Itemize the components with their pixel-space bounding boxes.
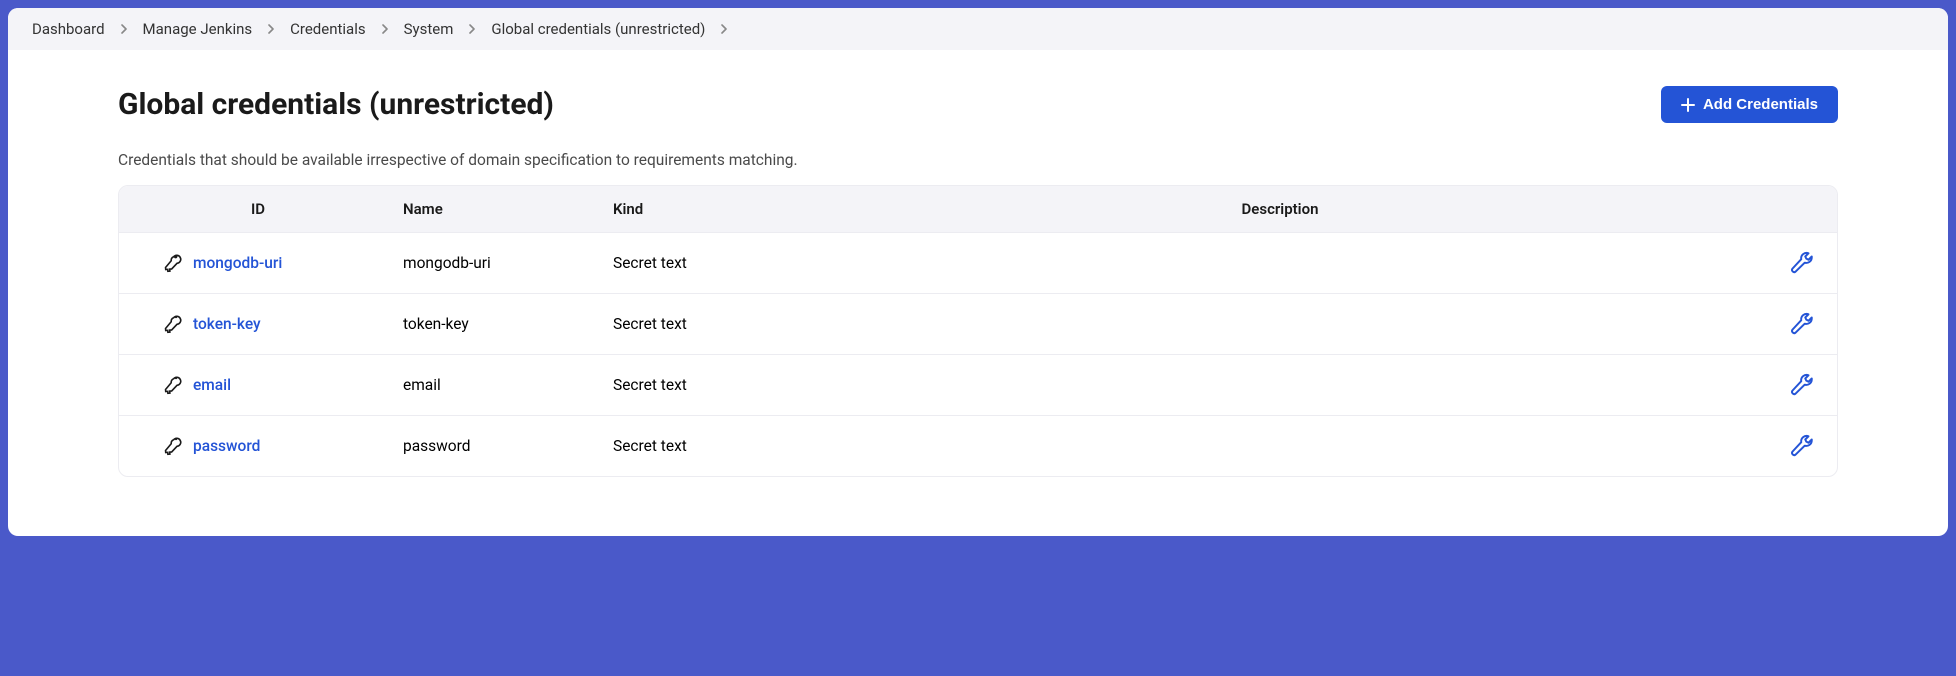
credential-name: token-key: [403, 315, 613, 333]
breadcrumb-item-credentials[interactable]: Credentials: [290, 20, 365, 38]
credential-kind: Secret text: [613, 376, 893, 394]
page-description: Credentials that should be available irr…: [118, 151, 1838, 169]
credential-id-link[interactable]: token-key: [193, 315, 261, 333]
breadcrumb: Dashboard Manage Jenkins Credentials Sys…: [8, 8, 1948, 50]
wrench-icon[interactable]: [1789, 250, 1815, 276]
column-header-name[interactable]: Name: [403, 200, 613, 218]
wrench-icon[interactable]: [1789, 311, 1815, 337]
credential-kind: Secret text: [613, 315, 893, 333]
breadcrumb-item-global-credentials[interactable]: Global credentials (unrestricted): [491, 20, 705, 38]
chevron-right-icon: [119, 24, 129, 34]
key-icon: [159, 310, 183, 338]
credential-id-link[interactable]: password: [193, 437, 260, 455]
credential-kind: Secret text: [613, 437, 893, 455]
wrench-icon[interactable]: [1789, 372, 1815, 398]
table-row: mongodb-uri mongodb-uri Secret text: [119, 232, 1837, 293]
add-credentials-button[interactable]: Add Credentials: [1661, 86, 1838, 123]
credentials-table: ID Name Kind Description mongodb-uri mon…: [118, 185, 1838, 477]
breadcrumb-item-dashboard[interactable]: Dashboard: [32, 20, 105, 38]
main-content: Global credentials (unrestricted) Add Cr…: [8, 50, 1948, 477]
column-header-id[interactable]: ID: [173, 200, 403, 218]
table-row: password password Secret text: [119, 415, 1837, 476]
table-row: token-key token-key Secret text: [119, 293, 1837, 354]
key-icon: [159, 432, 183, 460]
app-window: Dashboard Manage Jenkins Credentials Sys…: [8, 8, 1948, 536]
page-title: Global credentials (unrestricted): [118, 87, 554, 122]
plus-icon: [1681, 98, 1695, 112]
breadcrumb-item-system[interactable]: System: [404, 20, 454, 38]
credential-kind: Secret text: [613, 254, 893, 272]
table-header: ID Name Kind Description: [119, 186, 1837, 232]
chevron-right-icon: [266, 24, 276, 34]
wrench-icon[interactable]: [1789, 433, 1815, 459]
add-credentials-label: Add Credentials: [1703, 96, 1818, 113]
column-header-description[interactable]: Description: [893, 200, 1767, 218]
column-header-kind[interactable]: Kind: [613, 200, 893, 218]
chevron-right-icon: [467, 24, 477, 34]
chevron-right-icon: [719, 24, 729, 34]
table-row: email email Secret text: [119, 354, 1837, 415]
credential-id-link[interactable]: mongodb-uri: [193, 254, 282, 272]
chevron-right-icon: [380, 24, 390, 34]
key-icon: [159, 371, 183, 399]
credential-name: password: [403, 437, 613, 455]
breadcrumb-item-manage-jenkins[interactable]: Manage Jenkins: [143, 20, 253, 38]
credential-name: email: [403, 376, 613, 394]
header-row: Global credentials (unrestricted) Add Cr…: [118, 86, 1838, 123]
credential-name: mongodb-uri: [403, 254, 613, 272]
credential-id-link[interactable]: email: [193, 376, 231, 394]
key-icon: [159, 249, 183, 277]
